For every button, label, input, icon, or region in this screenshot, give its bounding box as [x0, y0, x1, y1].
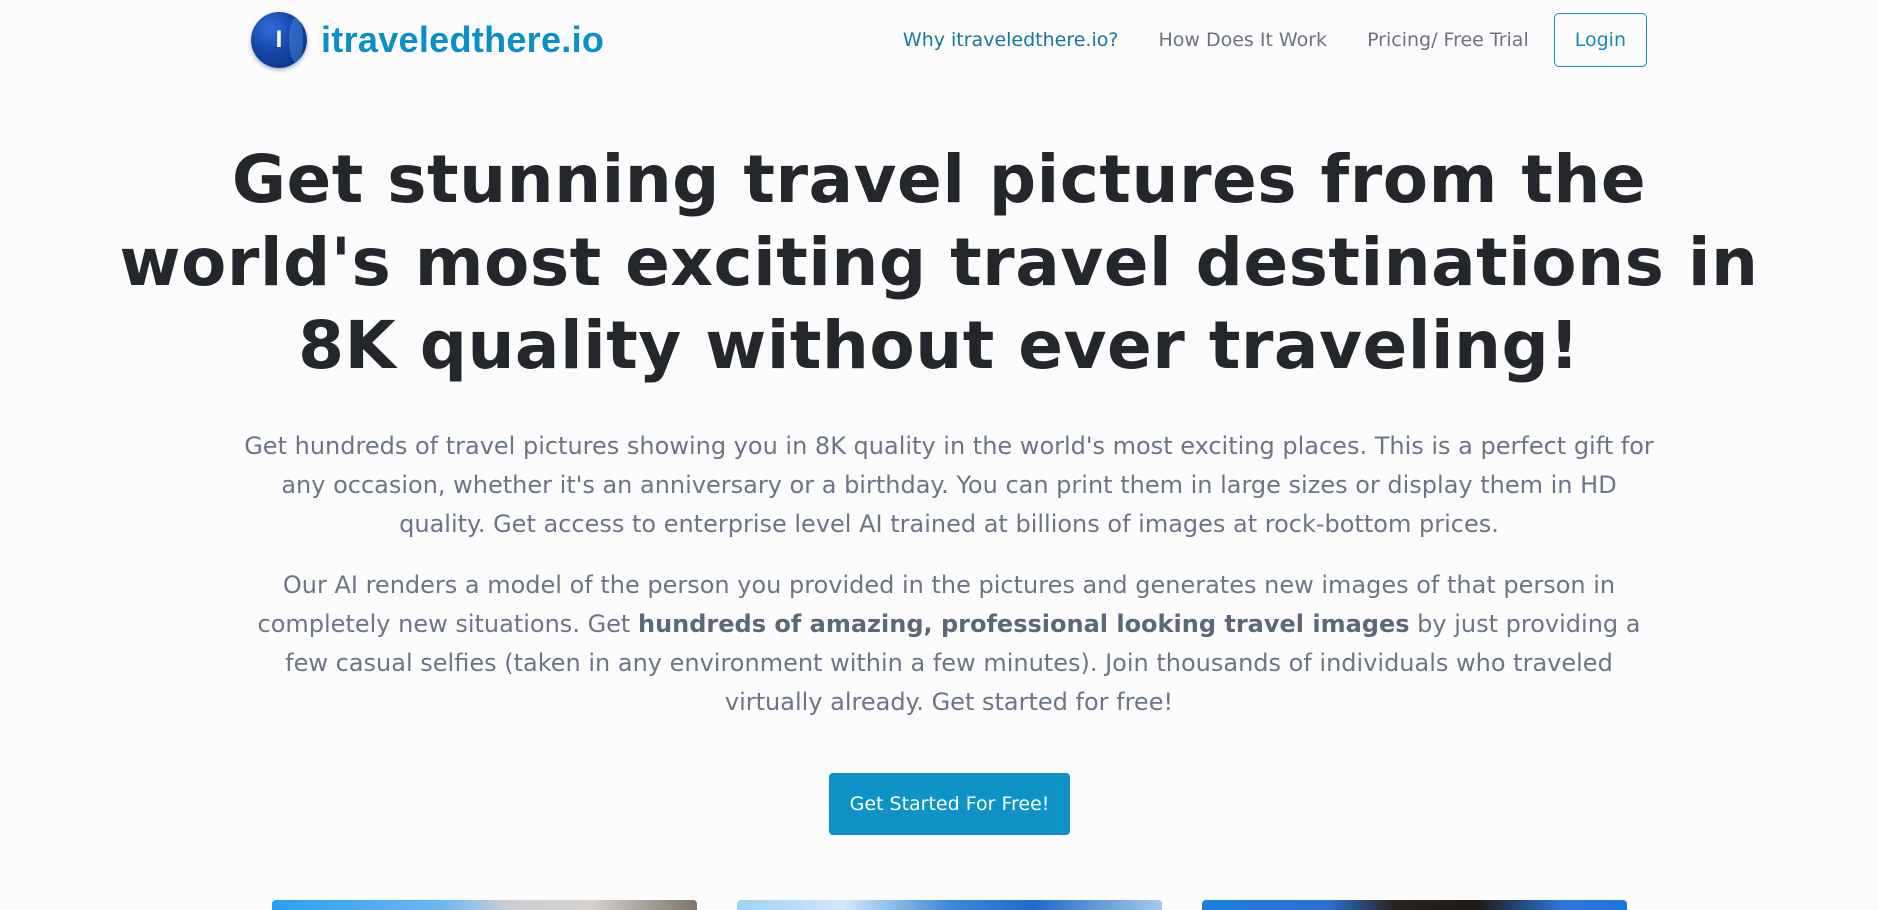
hero-paragraph-details: Our AI renders a model of the person you…: [236, 566, 1662, 722]
site-header: I itraveledthere.io Why itraveledthere.i…: [0, 0, 1878, 80]
brand-link[interactable]: I itraveledthere.io: [251, 12, 604, 68]
hero-paragraph-intro: Get hundreds of travel pictures showing …: [244, 432, 1654, 538]
example-photo-card: [272, 900, 697, 910]
brand-name: itraveledthere.io: [321, 19, 605, 60]
nav-link-pricing[interactable]: Pricing/ Free Trial: [1367, 29, 1529, 51]
page: I itraveledthere.io Why itraveledthere.i…: [0, 0, 1878, 910]
hero-title: Get stunning travel pictures from the wo…: [119, 141, 1759, 384]
login-button[interactable]: Login: [1553, 13, 1647, 67]
nav-link-why[interactable]: Why itraveledthere.io?: [903, 29, 1119, 51]
hero-paragraph-highlight: hundreds of amazing, professional lookin…: [637, 610, 1410, 638]
globe-logo-icon: I: [251, 12, 307, 68]
example-photo-card: [1202, 900, 1627, 910]
example-photo-card: [737, 900, 1162, 910]
nav-link-how-it-works[interactable]: How Does It Work: [1158, 29, 1327, 51]
logo-letter: I: [275, 26, 283, 53]
get-started-button[interactable]: Get Started For Free!: [829, 773, 1070, 835]
main-nav: Why itraveledthere.io? How Does It Work …: [863, 12, 1647, 68]
